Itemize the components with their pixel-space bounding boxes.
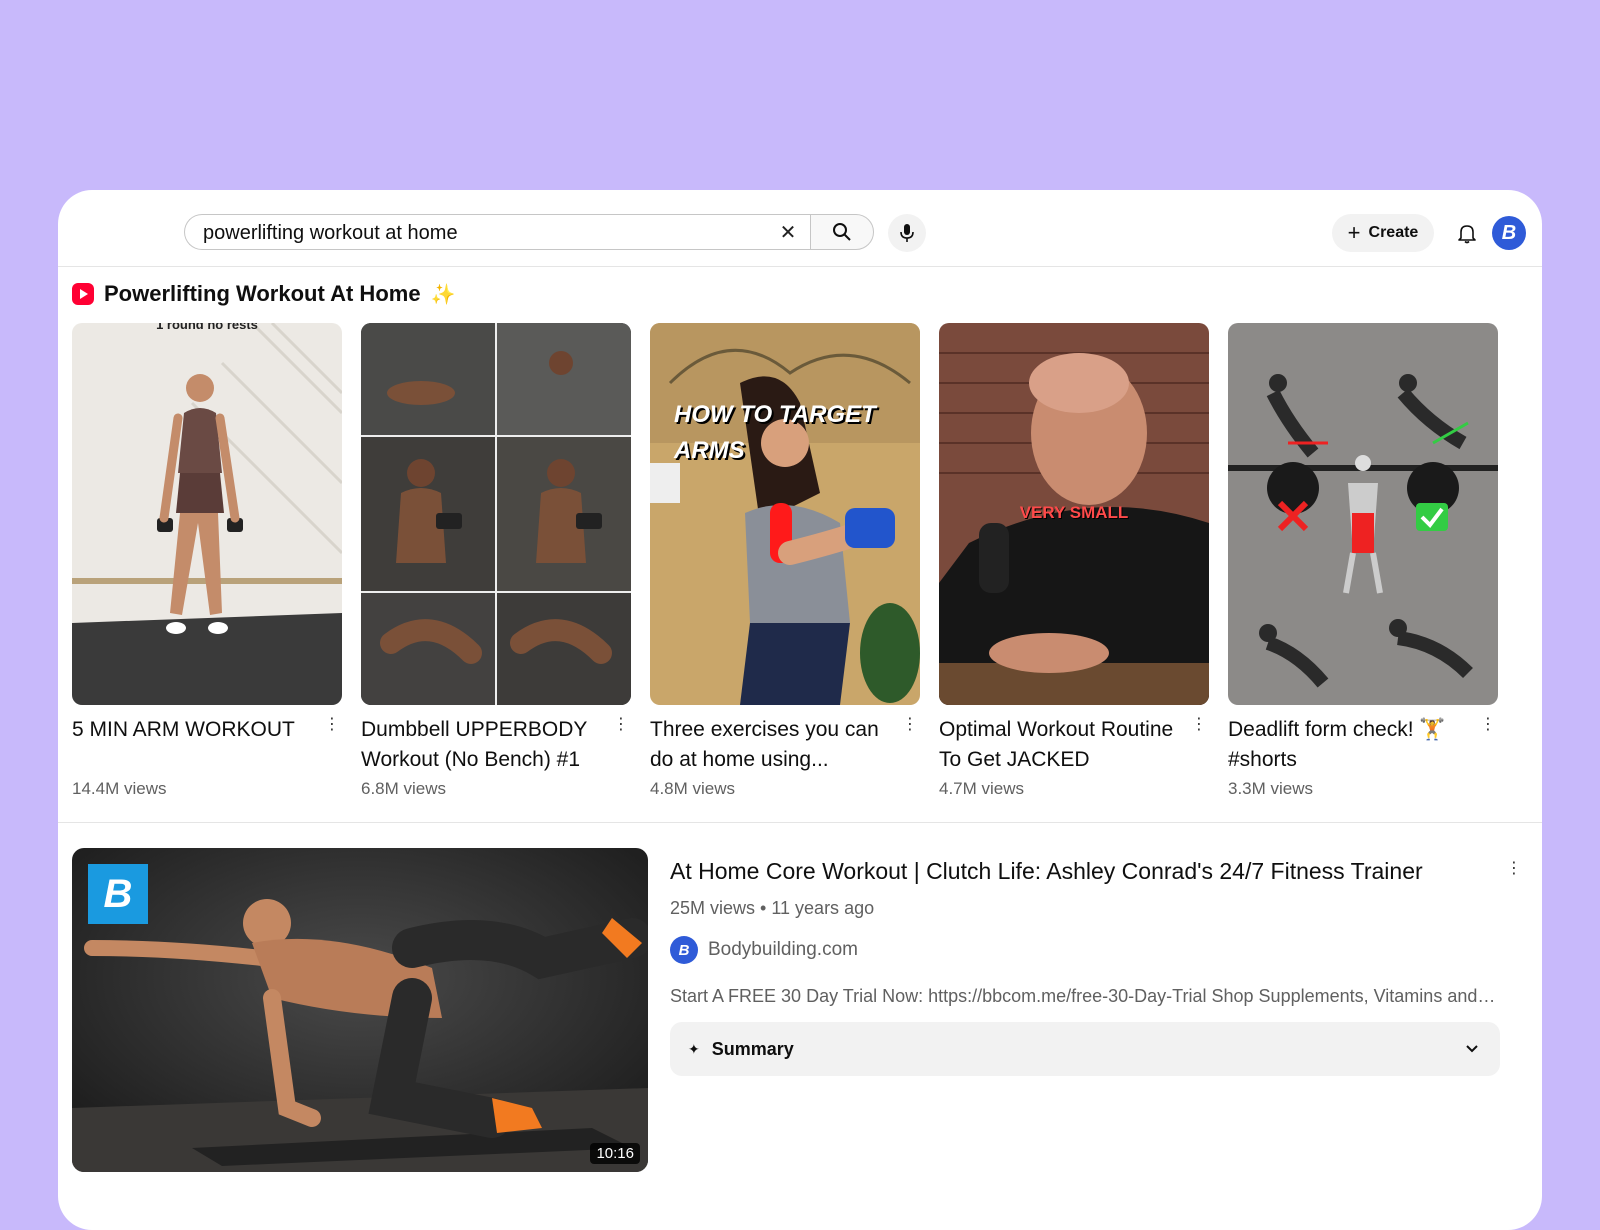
- short-views: 4.7M views: [939, 779, 1025, 798]
- channel-avatar[interactable]: B: [670, 936, 698, 964]
- logo-letter: B: [103, 871, 133, 916]
- kebab-icon: ⋮: [613, 716, 629, 733]
- summary-expander[interactable]: ✦ Summary: [670, 1022, 1500, 1076]
- channel-avatar-letter: B: [678, 941, 690, 959]
- video-description: Start A FREE 30 Day Trial Now: https://b…: [670, 986, 1500, 1006]
- account-avatar[interactable]: B: [1492, 216, 1526, 250]
- shelf-title: Powerlifting Workout At Home: [104, 281, 421, 306]
- more-options-button[interactable]: ⋮: [902, 715, 918, 739]
- kebab-icon: ⋮: [1506, 860, 1522, 877]
- short-views: 3.3M views: [1228, 779, 1314, 798]
- short-title[interactable]: Optimal Workout Routine To Get JACKED: [939, 715, 1183, 775]
- search-input[interactable]: [203, 219, 743, 247]
- short-thumbnail[interactable]: [1228, 323, 1498, 705]
- kebab-icon: ⋮: [1191, 716, 1207, 733]
- short-thumbnail[interactable]: [361, 323, 631, 705]
- sparkle-icon: ✦: [688, 1040, 700, 1057]
- short-card[interactable]: VERY SMALL Optimal Workout Routine To Ge…: [939, 323, 1209, 813]
- bell-icon: [1458, 225, 1476, 244]
- short-title[interactable]: 5 MIN ARM WORKOUT: [72, 715, 316, 745]
- channel-link[interactable]: B Bodybuilding.com: [670, 936, 858, 964]
- video-title[interactable]: At Home Core Workout | Clutch Life: Ashl…: [670, 858, 1423, 885]
- create-button[interactable]: + Create: [1332, 214, 1434, 252]
- close-icon: ✕: [779, 222, 797, 244]
- short-card[interactable]: 1 round no rests 5 MIN ARM WORKOUT ⋮ 14.…: [72, 323, 342, 813]
- more-options-button[interactable]: ⋮: [613, 715, 629, 739]
- view-count: 25M views: [670, 898, 756, 918]
- clear-search-button[interactable]: ✕: [776, 221, 800, 245]
- search-icon: [833, 223, 851, 241]
- shorts-row: 1 round no rests 5 MIN ARM WORKOUT ⋮ 14.…: [72, 323, 1528, 813]
- search-box: ✕: [184, 214, 814, 250]
- more-options-button[interactable]: ⋮: [1506, 858, 1522, 878]
- sparkle-icon: ✨: [430, 283, 456, 306]
- chevron-down-icon: [1466, 1045, 1478, 1053]
- short-thumbnail[interactable]: VERY SMALL: [939, 323, 1209, 705]
- short-overlay-text: HOW TO TARGET ARMS: [674, 401, 876, 464]
- kebab-icon: ⋮: [902, 716, 918, 733]
- short-views: 4.8M views: [650, 779, 736, 798]
- voice-search-button[interactable]: [888, 214, 926, 252]
- shorts-logo-icon: [72, 283, 94, 305]
- video-duration: 10:16: [590, 1143, 640, 1164]
- short-card[interactable]: HOW TO TARGET ARMS Three exercises you c…: [650, 323, 920, 813]
- short-card[interactable]: Deadlift form check! 🏋️ #shorts ⋮ 3.3M v…: [1228, 323, 1498, 813]
- short-card[interactable]: Dumbbell UPPERBODY Workout (No Bench) #1…: [361, 323, 631, 813]
- avatar-letter: B: [1501, 221, 1517, 244]
- short-title[interactable]: Deadlift form check! 🏋️ #shorts: [1228, 715, 1472, 775]
- search-button[interactable]: [810, 214, 874, 250]
- short-overlay-text: VERY SMALL: [1019, 503, 1129, 522]
- section-divider: [58, 822, 1542, 823]
- upload-age: 11 years ago: [771, 898, 875, 918]
- short-thumbnail[interactable]: HOW TO TARGET ARMS: [650, 323, 920, 705]
- kebab-icon: ⋮: [324, 716, 340, 733]
- video-thumbnail[interactable]: B 10:16: [72, 848, 648, 1172]
- more-options-button[interactable]: ⋮: [1480, 715, 1496, 739]
- video-meta: 25M views • 11 years ago: [670, 898, 874, 919]
- short-overlay-text: 1 round no rests: [156, 323, 258, 332]
- plus-icon: +: [1347, 220, 1361, 245]
- short-title[interactable]: Dumbbell UPPERBODY Workout (No Bench) #1: [361, 715, 605, 775]
- short-views: 6.8M views: [361, 779, 447, 798]
- kebab-icon: ⋮: [1480, 716, 1496, 733]
- short-title[interactable]: Three exercises you can do at home using…: [650, 715, 894, 775]
- channel-name[interactable]: Bodybuilding.com: [708, 939, 858, 961]
- create-label: Create: [1368, 224, 1419, 241]
- mic-icon: [900, 224, 914, 242]
- shorts-shelf-header: Powerlifting Workout At Home ✨: [72, 278, 455, 310]
- more-options-button[interactable]: ⋮: [324, 715, 340, 739]
- browser-window: ✕ + Create B: [58, 190, 1542, 1230]
- short-thumbnail[interactable]: 1 round no rests: [72, 323, 342, 705]
- top-bar: ✕ + Create B: [58, 190, 1542, 267]
- summary-label: Summary: [711, 1038, 794, 1059]
- meta-separator: •: [760, 898, 772, 918]
- short-views: 14.4M views: [72, 779, 167, 798]
- more-options-button[interactable]: ⋮: [1191, 715, 1207, 739]
- notifications-button[interactable]: [1452, 218, 1482, 248]
- bodybuilding-logo: B: [88, 864, 148, 924]
